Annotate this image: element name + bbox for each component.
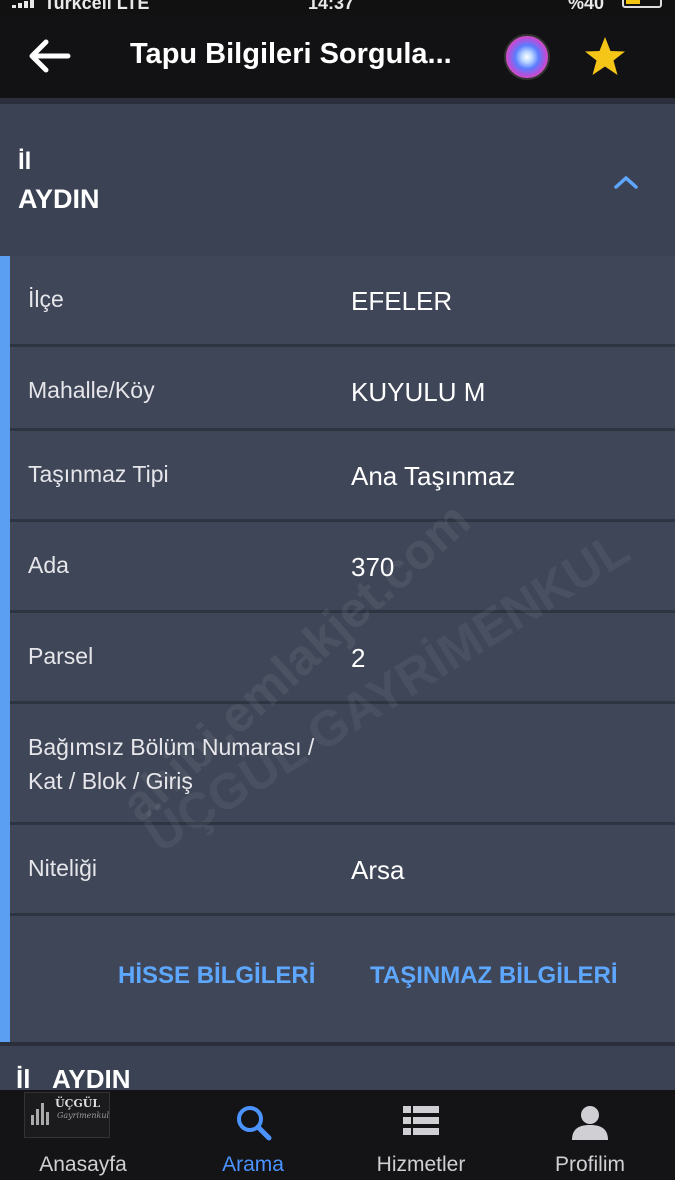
detail-label: Taşınmaz Tipi <box>28 461 169 487</box>
tab-label: Profilim <box>554 1153 625 1176</box>
back-arrow-icon <box>29 39 71 73</box>
signal-icon <box>12 0 40 8</box>
star-icon <box>585 37 625 75</box>
search-icon <box>237 1106 272 1141</box>
accent-bar <box>0 256 10 1042</box>
battery-icon <box>622 0 662 8</box>
detail-value: Ana Taşınmaz <box>351 461 516 491</box>
detail-value: 370 <box>351 552 395 582</box>
brand-name: ÜÇGÜL <box>55 1097 101 1110</box>
province-value: AYDIN <box>18 184 100 214</box>
detail-row-ilce: İlçe EFELER <box>10 256 675 347</box>
detail-row-mahalle: Mahalle/Köy KUYULU M <box>10 347 675 431</box>
tab-hizmetler[interactable]: Hizmetler <box>346 1090 496 1180</box>
collapse-button[interactable] <box>610 170 642 194</box>
detail-label: Ada <box>28 552 69 578</box>
detail-row-niteligi: Niteliği Arsa <box>10 825 675 916</box>
tasinmaz-bilgileri-link[interactable]: TAŞINMAZ BİLGİLERİ <box>370 962 618 990</box>
tab-label: Anasayfa <box>39 1153 127 1176</box>
second-province-card[interactable]: İl AYDIN <box>0 1042 675 1090</box>
clock-text: 14:37 <box>308 0 355 13</box>
detail-value: 2 <box>351 643 366 673</box>
carrier-text: Turkcell LTE <box>44 0 150 13</box>
parcel-details: İlçe EFELER Mahalle/Köy KUYULU M Taşınma… <box>0 256 675 1042</box>
page-title: Tapu Bilgileri Sorgula... <box>130 38 452 70</box>
tab-arama[interactable]: Arama <box>178 1090 328 1180</box>
status-bar: Turkcell LTE 14:37 %40 <box>0 0 675 14</box>
detail-label-line-2: Kat / Blok / Giriş <box>28 768 193 794</box>
tab-profilim[interactable]: Profilim <box>515 1090 665 1180</box>
detail-label: İlçe <box>28 286 64 312</box>
detail-label-line-1: Bağımsız Bölüm Numarası / <box>28 734 315 760</box>
brand-tagline: Gayrimenkul <box>57 1111 110 1120</box>
detail-row-ada: Ada 370 <box>10 522 675 613</box>
detail-row-tasinmaz-tipi: Taşınmaz Tipi Ana Taşınmaz <box>10 431 675 522</box>
brand-logo: ÜÇGÜL Gayrimenkul <box>24 1092 110 1138</box>
detail-label: Mahalle/Köy <box>28 377 155 403</box>
hisse-bilgileri-link[interactable]: HİSSE BİLGİLERİ <box>118 962 315 990</box>
favorite-button[interactable] <box>582 34 628 80</box>
province-label: İl <box>18 148 32 175</box>
back-button[interactable] <box>26 36 72 76</box>
siri-icon[interactable] <box>504 34 550 80</box>
tab-label: Arama <box>222 1153 284 1176</box>
detail-label: Bağımsız Bölüm Numarası / Kat / Blok / G… <box>28 730 314 798</box>
detail-row-parsel: Parsel 2 <box>10 613 675 704</box>
person-icon <box>572 1106 608 1140</box>
app-header: Tapu Bilgileri Sorgula... <box>0 14 675 98</box>
detail-value: Arsa <box>351 855 405 885</box>
detail-label: Niteliği <box>28 855 98 881</box>
tab-label: Hizmetler <box>376 1153 466 1176</box>
detail-label: Parsel <box>28 643 94 669</box>
chevron-up-icon <box>614 176 638 189</box>
battery-percent: %40 <box>568 0 605 13</box>
second-province-value: AYDIN <box>52 1064 131 1090</box>
detail-value: EFELER <box>351 286 453 316</box>
detail-row-bagimsiz-bolum: Bağımsız Bölüm Numarası / Kat / Blok / G… <box>10 704 675 825</box>
list-icon <box>403 1106 439 1135</box>
province-card[interactable]: İl AYDIN <box>0 98 675 254</box>
detail-value: KUYULU M <box>351 377 486 407</box>
building-icon <box>31 1103 53 1125</box>
second-province-label: İl <box>16 1064 31 1090</box>
